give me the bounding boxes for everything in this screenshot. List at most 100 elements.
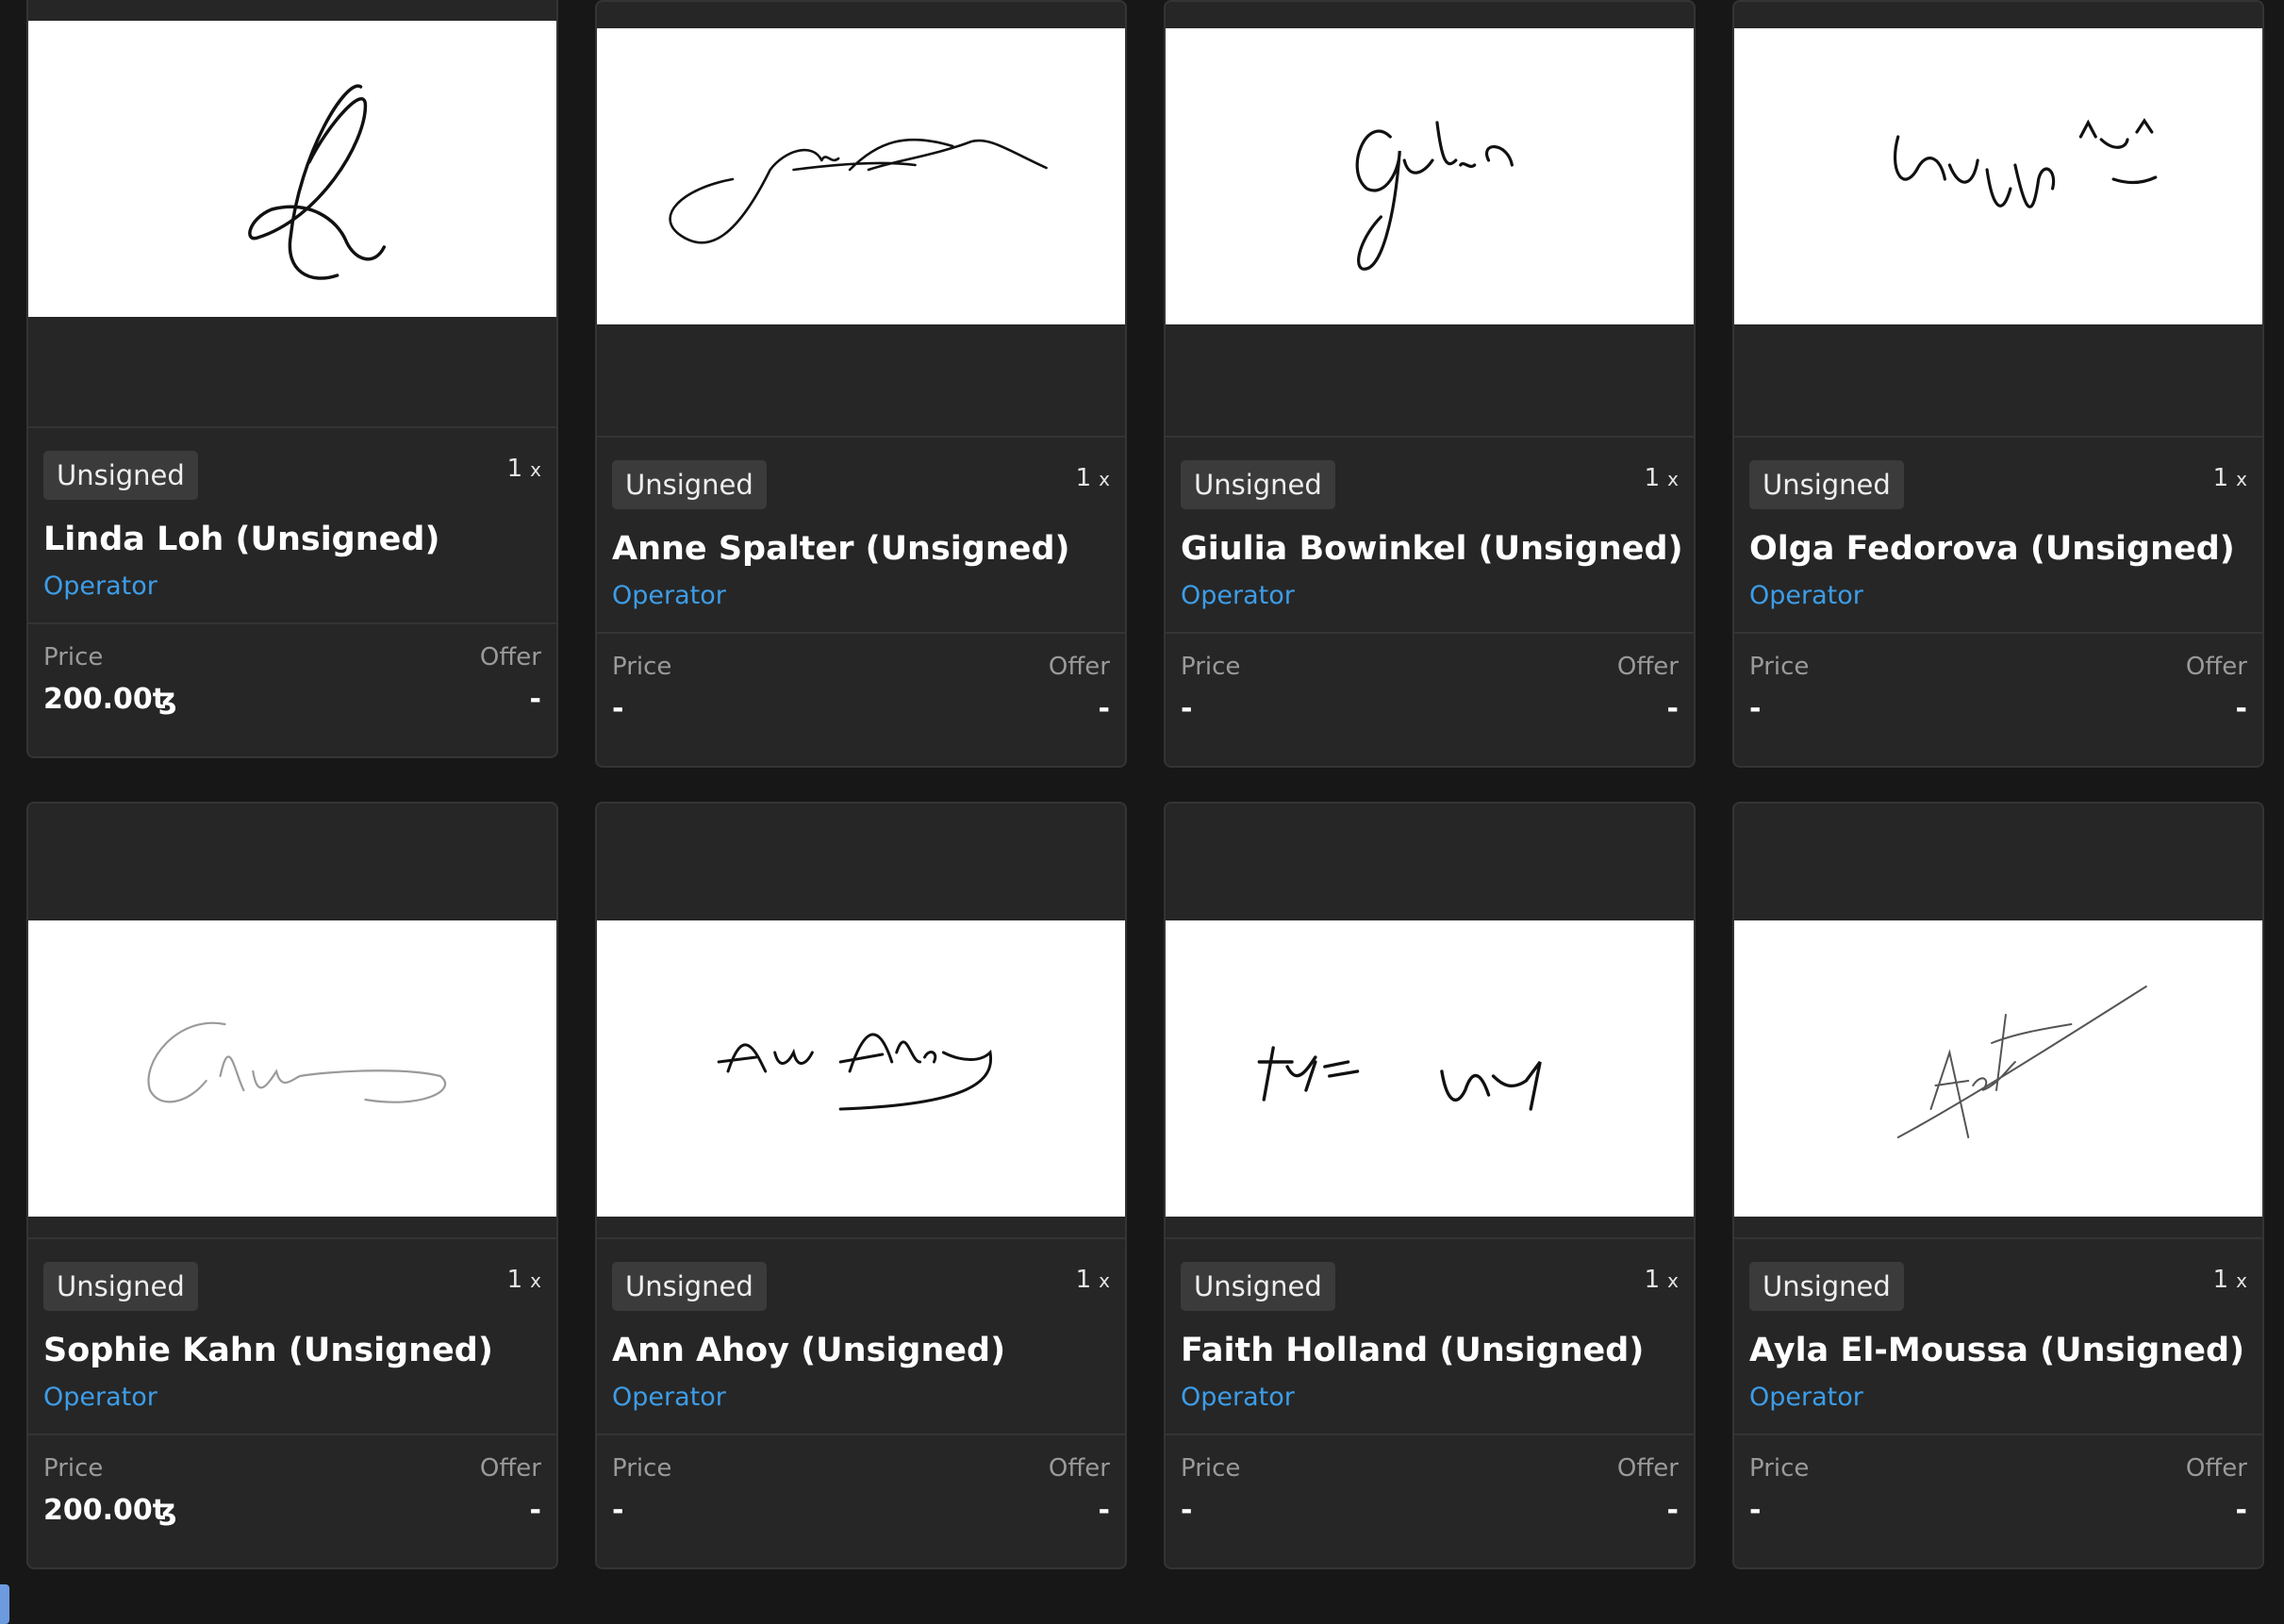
artwork-title[interactable]: Olga Fedorova (Unsigned) (1749, 530, 2235, 568)
offer-value: - (1098, 1494, 1110, 1527)
offer-value: - (1098, 692, 1110, 725)
status-badge: Unsigned (612, 1262, 767, 1311)
status-badge: Unsigned (1749, 460, 1904, 509)
card-footer: Price Offer - - (1166, 1435, 1694, 1567)
signature-image (1734, 28, 2262, 324)
price-value: - (612, 1494, 624, 1527)
status-badge: Unsigned (1749, 1262, 1904, 1311)
card-footer: Price Offer - - (1734, 1435, 2262, 1567)
price-value: - (1181, 692, 1193, 725)
edition-quantity: 1x (506, 455, 541, 483)
card-info: Unsigned 1x Olga Fedorova (Unsigned) Ope… (1734, 438, 2262, 634)
creator-link[interactable]: Operator (612, 1383, 726, 1412)
creator-link[interactable]: Operator (43, 572, 157, 601)
card-media[interactable] (28, 804, 556, 1239)
card-info: Unsigned 1x Anne Spalter (Unsigned) Oper… (597, 438, 1125, 634)
artwork-title[interactable]: Sophie Kahn (Unsigned) (43, 1332, 493, 1369)
edition-quantity: 1x (2212, 464, 2247, 492)
price-label: Price (43, 643, 104, 671)
price-value: - (1181, 1494, 1193, 1527)
offer-label: Offer (2185, 653, 2247, 681)
card-media[interactable] (1734, 2, 2262, 438)
card-media[interactable] (1734, 804, 2262, 1239)
price-value: 200.00ꜩ (43, 1494, 177, 1527)
creator-link[interactable]: Operator (612, 581, 726, 610)
price-label: Price (1181, 1454, 1241, 1483)
status-badge: Unsigned (1181, 1262, 1335, 1311)
price-label: Price (1181, 653, 1241, 681)
card-media[interactable] (1166, 804, 1694, 1239)
price-value: - (612, 692, 624, 725)
offer-label: Offer (479, 1454, 541, 1483)
artwork-title[interactable]: Ayla El-Moussa (Unsigned) (1749, 1332, 2244, 1369)
card-footer: Price Offer - - (1734, 634, 2262, 766)
price-value: - (1749, 692, 1762, 725)
edition-quantity: 1x (506, 1266, 541, 1294)
offer-label: Offer (1616, 1454, 1679, 1483)
status-badge: Unsigned (43, 451, 198, 500)
signature-image (28, 920, 556, 1217)
edition-quantity: 1x (1075, 1266, 1110, 1294)
card-footer: Price Offer 200.00ꜩ - (28, 624, 556, 756)
offer-value: - (2235, 1494, 2247, 1527)
artwork-title[interactable]: Anne Spalter (Unsigned) (612, 530, 1070, 568)
edition-quantity: 1x (1644, 464, 1679, 492)
signature-image (1166, 28, 1694, 324)
offer-value: - (2235, 692, 2247, 725)
creator-link[interactable]: Operator (1749, 581, 1863, 610)
offer-label: Offer (2185, 1454, 2247, 1483)
creator-link[interactable]: Operator (1181, 1383, 1295, 1412)
card-media[interactable] (597, 804, 1125, 1239)
offer-label: Offer (1616, 653, 1679, 681)
edition-quantity: 1x (2212, 1266, 2247, 1294)
card-footer: Price Offer - - (1166, 634, 1694, 766)
card-info: Unsigned 1x Linda Loh (Unsigned) Operato… (28, 428, 556, 624)
artwork-card[interactable]: Unsigned 1x Sophie Kahn (Unsigned) Opera… (26, 802, 558, 1569)
creator-link[interactable]: Operator (43, 1383, 157, 1412)
artwork-card[interactable]: Unsigned 1x Olga Fedorova (Unsigned) Ope… (1732, 0, 2264, 768)
offer-label: Offer (1048, 1454, 1110, 1483)
artwork-title[interactable]: Giulia Bowinkel (Unsigned) (1181, 530, 1683, 568)
status-badge: Unsigned (43, 1262, 198, 1311)
card-info: Unsigned 1x Sophie Kahn (Unsigned) Opera… (28, 1239, 556, 1435)
offer-label: Offer (1048, 653, 1110, 681)
signature-image (1734, 920, 2262, 1217)
creator-link[interactable]: Operator (1181, 581, 1295, 610)
price-label: Price (43, 1454, 104, 1483)
card-media[interactable] (597, 2, 1125, 438)
card-info: Unsigned 1x Ayla El-Moussa (Unsigned) Op… (1734, 1239, 2262, 1435)
artwork-card[interactable]: Unsigned 1x Giulia Bowinkel (Unsigned) O… (1164, 0, 1696, 768)
price-value: - (1749, 1494, 1762, 1527)
artwork-title[interactable]: Faith Holland (Unsigned) (1181, 1332, 1644, 1369)
signature-image (597, 28, 1125, 324)
card-media[interactable] (28, 0, 556, 428)
side-panel-handle[interactable] (0, 1584, 9, 1624)
artwork-card[interactable]: Unsigned 1x Anne Spalter (Unsigned) Oper… (595, 0, 1127, 768)
card-footer: Price Offer - - (597, 1435, 1125, 1567)
card-info: Unsigned 1x Ann Ahoy (Unsigned) Operator (597, 1239, 1125, 1435)
offer-label: Offer (479, 643, 541, 671)
card-media[interactable] (1166, 2, 1694, 438)
artwork-card[interactable]: Unsigned 1x Ayla El-Moussa (Unsigned) Op… (1732, 802, 2264, 1569)
offer-value: - (1666, 692, 1679, 725)
signature-image (597, 920, 1125, 1217)
artwork-card[interactable]: Unsigned 1x Linda Loh (Unsigned) Operato… (26, 0, 558, 758)
status-badge: Unsigned (1181, 460, 1335, 509)
creator-link[interactable]: Operator (1749, 1383, 1863, 1412)
artwork-title[interactable]: Linda Loh (Unsigned) (43, 521, 439, 558)
offer-value: - (1666, 1494, 1679, 1527)
offer-value: - (529, 1494, 541, 1527)
card-info: Unsigned 1x Giulia Bowinkel (Unsigned) O… (1166, 438, 1694, 634)
signature-image (28, 21, 556, 317)
price-label: Price (1749, 1454, 1810, 1483)
price-label: Price (612, 653, 672, 681)
signature-image (1166, 920, 1694, 1217)
card-info: Unsigned 1x Faith Holland (Unsigned) Ope… (1166, 1239, 1694, 1435)
price-value: 200.00ꜩ (43, 683, 177, 716)
card-footer: Price Offer - - (597, 634, 1125, 766)
artwork-card[interactable]: Unsigned 1x Ann Ahoy (Unsigned) Operator… (595, 802, 1127, 1569)
artwork-title[interactable]: Ann Ahoy (Unsigned) (612, 1332, 1005, 1369)
card-footer: Price Offer 200.00ꜩ - (28, 1435, 556, 1567)
artwork-card[interactable]: Unsigned 1x Faith Holland (Unsigned) Ope… (1164, 802, 1696, 1569)
status-badge: Unsigned (612, 460, 767, 509)
